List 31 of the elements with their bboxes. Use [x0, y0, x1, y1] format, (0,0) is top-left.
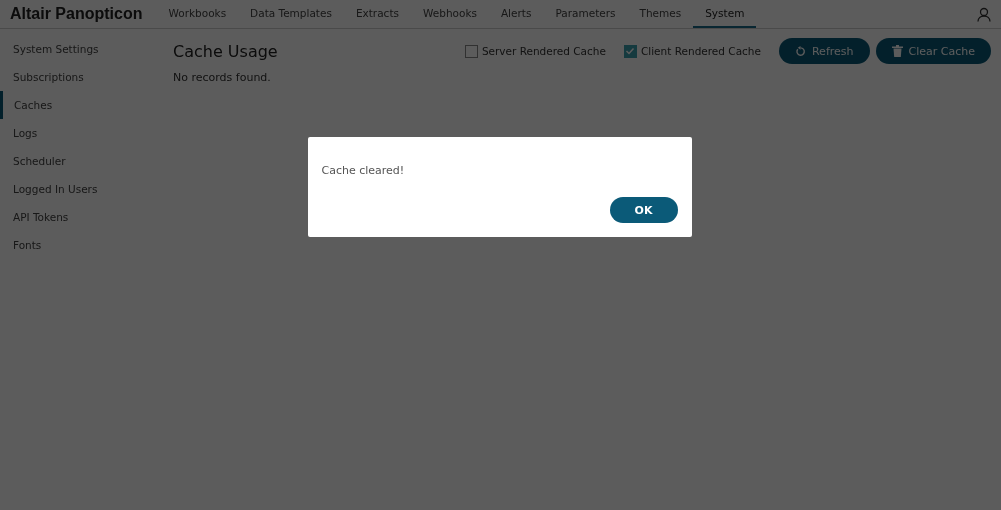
checkbox[interactable] — [623, 44, 637, 58]
sidebar-item[interactable]: Fonts — [0, 231, 160, 259]
refresh-icon — [794, 45, 806, 57]
dialog-message: Cache cleared! — [321, 164, 406, 177]
ok-button[interactable]: OK — [609, 197, 678, 223]
checkbox[interactable] — [464, 44, 478, 58]
nav-tab[interactable]: Workbooks — [156, 0, 239, 28]
refresh-button[interactable]: Refresh — [778, 38, 870, 64]
nav-tab[interactable]: Themes — [627, 0, 694, 28]
nav-tab[interactable]: System — [693, 0, 757, 28]
nav-tab[interactable]: Webhooks — [411, 0, 489, 28]
brand-logo: Altair Panopticon — [10, 5, 143, 23]
clear-cache-button[interactable]: Clear Cache — [875, 38, 991, 64]
sidebar-item[interactable]: Logged In Users — [0, 175, 160, 203]
sidebar-item[interactable]: Caches — [0, 91, 160, 119]
nav-tab[interactable]: Extracts — [343, 0, 411, 28]
sidebar-item[interactable]: Scheduler — [0, 147, 160, 175]
nav-tab[interactable]: Data Templates — [238, 0, 344, 28]
sidebar-item[interactable]: API Tokens — [0, 203, 160, 231]
sidebar-item[interactable]: System Settings — [0, 35, 160, 63]
empty-message: No records found. — [173, 71, 272, 84]
page-title: Cache Usage — [173, 41, 278, 61]
nav-tab[interactable]: Alerts — [488, 0, 544, 28]
sidebar-item[interactable]: Subscriptions — [0, 63, 160, 91]
checkmark-icon — [625, 46, 636, 56]
trash-icon — [891, 45, 903, 57]
sidebar-item[interactable]: Logs — [0, 119, 160, 147]
user-icon[interactable] — [977, 6, 991, 22]
nav-tab[interactable]: Parameters — [543, 0, 628, 28]
checkbox-label[interactable]: Server Rendered Cache — [481, 45, 606, 57]
checkbox-label[interactable]: Client Rendered Cache — [640, 45, 761, 57]
